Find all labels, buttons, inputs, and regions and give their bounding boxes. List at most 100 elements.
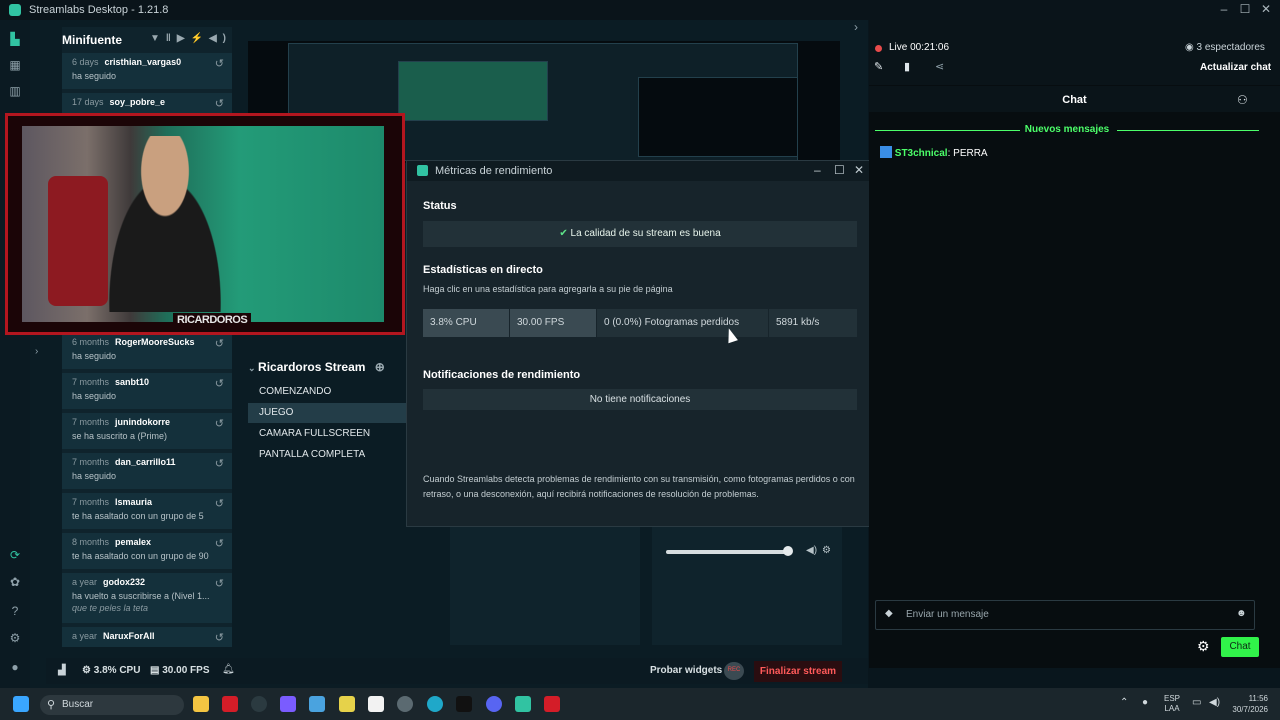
- preview-nested-scene: [398, 61, 548, 121]
- volume-slider-handle[interactable]: [783, 546, 793, 556]
- cpu-usage: ⚙ 3.8% CPU: [82, 665, 141, 676]
- replay-icon[interactable]: ↺: [215, 537, 224, 550]
- app-icon[interactable]: [251, 696, 267, 712]
- end-stream-button[interactable]: Finalizar stream: [754, 661, 842, 682]
- tray-chevron-icon[interactable]: ⌃: [1120, 697, 1128, 708]
- language-indicator[interactable]: ESP LAA: [1164, 694, 1180, 714]
- app-icon[interactable]: [309, 696, 325, 712]
- scene-item[interactable]: COMENZANDO: [248, 382, 406, 402]
- mixer-settings-icon[interactable]: ⚙: [822, 545, 831, 556]
- replay-icon[interactable]: ↺: [215, 57, 224, 70]
- stat-bitrate[interactable]: 5891 kb/s: [769, 309, 857, 337]
- streamlabs-taskbar-icon[interactable]: [222, 696, 238, 712]
- maximize-icon[interactable]: ☐: [834, 163, 845, 177]
- status-heading: Status: [423, 200, 457, 212]
- file-explorer-icon[interactable]: [193, 696, 209, 712]
- apps-icon[interactable]: ✿: [8, 575, 22, 589]
- speaker-icon[interactable]: ◀): [806, 545, 817, 556]
- minimize-icon[interactable]: –: [814, 163, 821, 177]
- taskbar-search[interactable]: ⚲ Buscar: [40, 695, 184, 715]
- themes-icon[interactable]: ▦: [8, 58, 22, 72]
- event-item[interactable]: a year NaruxForAll ↺: [62, 627, 232, 647]
- rec-button[interactable]: REC: [724, 662, 744, 680]
- check-icon: ✔: [559, 228, 571, 239]
- stats-icon[interactable]: ▟: [58, 665, 66, 676]
- fps-value: ▤ 30.00 FPS: [150, 665, 210, 676]
- event-item[interactable]: 7 months sanbt10 ha seguido ↺: [62, 373, 232, 411]
- chat-send-button[interactable]: Chat: [1221, 637, 1259, 657]
- app-icon[interactable]: [339, 696, 355, 712]
- microphone-icon[interactable]: ●: [1142, 697, 1148, 708]
- chat-title: Chat: [869, 86, 1280, 112]
- replay-icon[interactable]: ↺: [215, 631, 224, 644]
- event-item[interactable]: 6 months RogerMooreSucks ha seguido ↺: [62, 333, 232, 371]
- add-scene-icon[interactable]: ⊕: [375, 360, 385, 374]
- replay-icon[interactable]: ↺: [215, 417, 224, 430]
- replay-icon[interactable]: ↺: [215, 337, 224, 350]
- scene-item[interactable]: CAMARA FULLSCREEN: [248, 424, 406, 444]
- studio-mode-icon[interactable]: ⟳: [8, 548, 22, 562]
- close-icon[interactable]: ✕: [1256, 2, 1276, 16]
- chevron-down-icon[interactable]: ⌄: [248, 363, 258, 373]
- replay-icon[interactable]: ↺: [215, 97, 224, 110]
- app-icon[interactable]: [397, 696, 413, 712]
- event-item[interactable]: 6 days cristhian_vargas0 ha seguido ↺: [62, 53, 232, 91]
- share-icon[interactable]: ⋖: [935, 60, 944, 73]
- network-icon[interactable]: ▭: [1192, 697, 1201, 708]
- bell-icon[interactable]: 🔔︎: [222, 664, 235, 675]
- emoji-icon[interactable]: ☻: [1236, 608, 1247, 619]
- modal-titlebar: Métricas de rendimiento – ☐ ✕: [407, 161, 872, 181]
- test-widgets-button[interactable]: Probar widgets: [650, 665, 722, 676]
- event-item[interactable]: a year godox232 ha vuelto a suscribirse a …: [62, 573, 232, 625]
- discord-icon[interactable]: [486, 696, 502, 712]
- minimize-icon[interactable]: –: [1214, 2, 1234, 16]
- profile-icon[interactable]: ●: [8, 660, 22, 674]
- maximize-icon[interactable]: ☐: [1235, 2, 1255, 16]
- app-icon[interactable]: [544, 696, 560, 712]
- app-icon[interactable]: [280, 696, 296, 712]
- edit-icon[interactable]: ✎: [874, 60, 883, 73]
- viewers-count: ◉ 3 espectadores: [1185, 42, 1265, 53]
- scene-item[interactable]: PANTALLA COMPLETA: [248, 445, 406, 465]
- close-icon[interactable]: ✕: [854, 163, 864, 177]
- refresh-chat-button[interactable]: Actualizar chat: [1200, 62, 1271, 73]
- streamlabs-icon[interactable]: [515, 696, 531, 712]
- event-item[interactable]: 7 months dan_carrillo11 ha seguido ↺: [62, 453, 232, 491]
- volume-icon[interactable]: ◀): [1209, 697, 1220, 708]
- tiktok-icon[interactable]: [456, 696, 472, 712]
- clock[interactable]: 11:56 30/7/2026: [1228, 693, 1268, 715]
- replay-icon[interactable]: ↺: [215, 377, 224, 390]
- replay-icon[interactable]: ↺: [215, 457, 224, 470]
- app-icon[interactable]: [368, 696, 384, 712]
- chat-input[interactable]: ◆ Enviar un mensaje ☻: [875, 600, 1255, 630]
- replay-icon[interactable]: ↺: [215, 497, 224, 510]
- edge-icon[interactable]: [427, 696, 443, 712]
- replay-icon[interactable]: ↺: [215, 577, 224, 590]
- event-item[interactable]: 7 months lsmauria te ha asaltado con un gr…: [62, 493, 232, 531]
- stat-fps[interactable]: 30.00 FPS: [510, 309, 596, 337]
- chat-header: Live 00:21:06 ◉ 3 espectadores ✎ ▮ ⋖ Act…: [869, 20, 1280, 85]
- expand-chevron-icon[interactable]: ›: [35, 346, 38, 357]
- chat-panel: Live 00:21:06 ◉ 3 espectadores ✎ ▮ ⋖ Act…: [869, 20, 1280, 668]
- chat-settings-icon[interactable]: ⚙: [1197, 638, 1210, 655]
- stat-cpu[interactable]: 3.8% CPU: [423, 309, 509, 337]
- editor-icon[interactable]: ▙: [8, 32, 22, 46]
- event-item[interactable]: 7 months junindokorre se ha suscrito a (Pr…: [62, 413, 232, 451]
- collapse-chat-chevron-icon[interactable]: ›: [854, 20, 858, 34]
- user-list-icon[interactable]: ⚇: [1237, 93, 1248, 107]
- eye-icon: ◉: [1185, 42, 1197, 53]
- events-toolbar-icons[interactable]: ▼‖▶⚡◀): [150, 33, 232, 44]
- notifications-heading: Notificaciones de rendimiento: [423, 369, 581, 381]
- event-item[interactable]: 8 months pemalex te ha asaltado con un gru…: [62, 533, 232, 571]
- scene-item-active[interactable]: JUEGO: [248, 403, 406, 423]
- streamer: [90, 136, 240, 312]
- settings-icon[interactable]: ⚙: [8, 631, 22, 645]
- video-icon[interactable]: ▮: [904, 60, 910, 73]
- volume-slider[interactable]: [666, 550, 790, 554]
- start-icon[interactable]: [13, 696, 29, 712]
- help-icon[interactable]: ?: [8, 604, 22, 618]
- library-icon[interactable]: ▥: [8, 84, 22, 98]
- stat-dropped-frames[interactable]: 0 (0.0%) Fotogramas perdidos: [597, 309, 768, 337]
- scene-collection-title[interactable]: ⌄ Ricardoros Stream ⊕: [248, 360, 385, 374]
- events-title: Minifuente ▼‖▶⚡◀): [62, 33, 232, 47]
